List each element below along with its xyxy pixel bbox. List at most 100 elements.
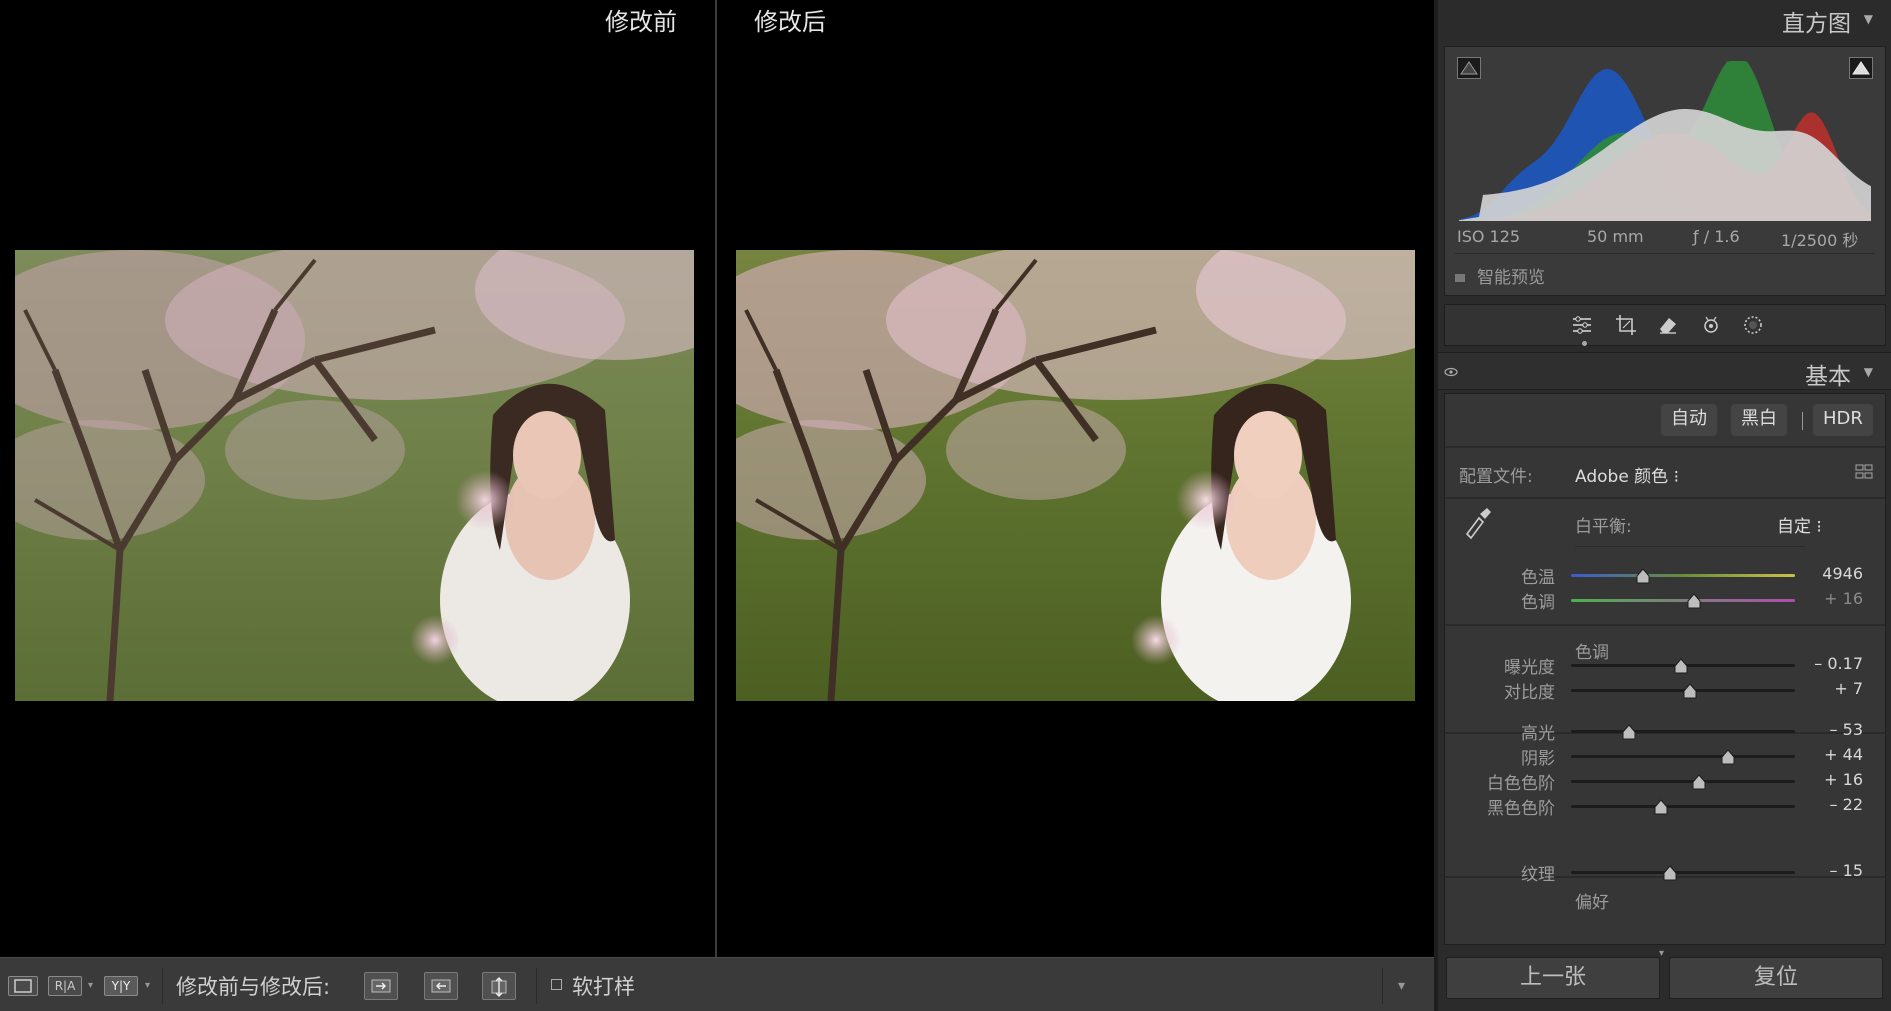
blacks-slider-thumb[interactable]	[1654, 799, 1668, 815]
bottom-toolbar: R|A ▾ Y|Y ▾ 修改前与修改后: 软打样 ▾	[0, 957, 1434, 1011]
exif-shutter: 1/2500 秒	[1781, 231, 1859, 250]
histogram-title: 直方图	[1782, 11, 1851, 37]
whites-value[interactable]: + 16	[1793, 770, 1863, 789]
temp-label: 色温	[1521, 568, 1555, 588]
heal-eraser-icon	[1660, 318, 1676, 334]
exif-focal-length: 50 mm	[1587, 227, 1644, 246]
whites-slider-thumb[interactable]	[1692, 774, 1706, 790]
exposure-slider-thumb[interactable]	[1674, 658, 1688, 674]
after-photo[interactable]	[736, 250, 1415, 701]
highlights-label: 高光	[1521, 724, 1555, 744]
edit-tool-button[interactable]	[1570, 313, 1594, 337]
before-after-split-button[interactable]: Y|Y	[104, 976, 138, 996]
texture-slider-thumb[interactable]	[1663, 865, 1677, 881]
exif-info-row: ISO 125 50 mm ƒ / 1.6 1/2500 秒	[1445, 225, 1887, 250]
contrast-value[interactable]: + 7	[1793, 679, 1863, 698]
histogram-header[interactable]: 直方图 ▼	[1438, 0, 1891, 38]
texture-slider-track[interactable]	[1571, 871, 1795, 874]
shadow-clipping-button[interactable]	[1457, 57, 1481, 79]
exposure-value[interactable]: – 0.17	[1793, 654, 1863, 673]
profile-browser-grid-icon[interactable]	[1855, 464, 1873, 480]
histogram-graph[interactable]	[1459, 55, 1871, 221]
crop-tool-button[interactable]	[1614, 313, 1638, 337]
healing-tool-button[interactable]	[1656, 313, 1680, 337]
highlight-clipping-button[interactable]	[1849, 57, 1873, 79]
section-separator	[1445, 446, 1885, 448]
copy-before-to-after-button[interactable]	[364, 972, 398, 1000]
shadow-clip-triangle-icon	[1460, 61, 1478, 75]
hdr-button[interactable]: HDR	[1813, 404, 1873, 436]
texture-label: 纹理	[1521, 865, 1555, 885]
highlights-slider-track[interactable]	[1571, 730, 1795, 733]
white-balance-dropdown[interactable]: 自定 ⁝	[1777, 512, 1822, 537]
before-after-lr-button[interactable]: R|A	[48, 976, 82, 996]
toolbar-options-caret[interactable]: ▾	[1398, 978, 1405, 994]
shadows-slider-thumb[interactable]	[1721, 749, 1735, 765]
exposure-label: 曝光度	[1504, 658, 1555, 678]
presence-section-label: 偏好	[1575, 893, 1609, 913]
temp-slider-thumb[interactable]	[1636, 568, 1650, 584]
basic-panel-header[interactable]: 基本 ▼	[1438, 352, 1891, 390]
develop-tool-strip	[1444, 304, 1886, 346]
toolbar-separator	[536, 968, 537, 1004]
contrast-slider-thumb[interactable]	[1683, 683, 1697, 699]
copy-after-to-before-button[interactable]	[424, 972, 458, 1000]
before-after-compare-area: 修改前 修改后	[0, 0, 1434, 957]
after-photo-image	[736, 250, 1415, 701]
white-balance-label: 白平衡:	[1575, 517, 1632, 537]
smart-preview-toggle[interactable]: 智能预览	[1455, 263, 1545, 288]
crop-icon	[1616, 315, 1636, 335]
black-white-button[interactable]: 黑白	[1731, 404, 1787, 436]
collapse-triangle-icon[interactable]: ▼	[1864, 12, 1873, 26]
yy-dropdown-caret[interactable]: ▾	[145, 980, 150, 991]
before-photo[interactable]	[15, 250, 694, 701]
tint-label: 色调	[1521, 593, 1555, 613]
collapse-triangle-icon[interactable]: ▼	[1864, 365, 1873, 379]
tint-slider-track[interactable]	[1571, 599, 1795, 602]
ra-dropdown-caret[interactable]: ▾	[88, 980, 93, 991]
blacks-value[interactable]: – 22	[1793, 795, 1863, 814]
mask-icon	[1744, 316, 1762, 334]
tone-section-label: 色调	[1575, 643, 1609, 663]
loupe-view-button[interactable]	[8, 976, 38, 996]
shadows-value[interactable]: + 44	[1793, 745, 1863, 764]
tint-value[interactable]: + 16	[1793, 589, 1863, 608]
edit-sliders-icon	[1573, 316, 1591, 334]
whites-label: 白色色阶	[1487, 774, 1555, 794]
highlights-slider-thumb[interactable]	[1622, 724, 1636, 740]
panel-visibility-eye-icon[interactable]	[1444, 367, 1458, 377]
profile-dropdown[interactable]: Adobe 颜色 ⁝	[1575, 462, 1679, 487]
after-label: 修改后	[754, 8, 826, 36]
section-separator	[1445, 624, 1885, 626]
histogram-panel: ISO 125 50 mm ƒ / 1.6 1/2500 秒 智能预览	[1444, 46, 1886, 296]
soft-proof-checkbox[interactable]	[551, 979, 562, 990]
swap-before-after-button[interactable]	[482, 972, 516, 1000]
auto-button[interactable]: 自动	[1661, 404, 1717, 436]
highlights-value[interactable]: – 53	[1793, 720, 1863, 739]
toolbar-separator	[162, 968, 163, 1004]
compare-label: 修改前与修改后:	[176, 975, 331, 999]
reset-button[interactable]: 复位	[1669, 957, 1883, 999]
temp-slider-track[interactable]	[1571, 574, 1795, 577]
temp-value[interactable]: 4946	[1793, 564, 1863, 583]
right-panel: 直方图 ▼ ISO 125 50 mm ƒ / 1.6 1/2500 秒 智能预…	[1434, 0, 1891, 1011]
masking-tool-button[interactable]	[1741, 313, 1765, 337]
exif-iso: ISO 125	[1457, 227, 1521, 246]
swap-icon	[491, 977, 507, 997]
blacks-label: 黑色色阶	[1487, 799, 1555, 819]
blacks-slider-track[interactable]	[1571, 805, 1795, 808]
whites-slider-track[interactable]	[1571, 780, 1795, 783]
previous-button[interactable]: 上一张	[1446, 957, 1660, 999]
shadows-slider-track[interactable]	[1571, 755, 1795, 758]
texture-value[interactable]: – 15	[1793, 861, 1863, 880]
compare-divider[interactable]	[715, 0, 717, 957]
copy-left-icon	[431, 979, 451, 993]
shadows-label: 阴影	[1521, 749, 1555, 769]
single-view-icon	[14, 979, 32, 993]
tint-slider-thumb[interactable]	[1687, 593, 1701, 609]
toolbar-separator	[1382, 968, 1383, 1004]
basic-panel-body: 自动 黑白 HDR 配置文件: Adobe 颜色 ⁝ 白平衡: 自定 ⁝ 色调 …	[1444, 393, 1886, 945]
red-eye-tool-button[interactable]	[1699, 313, 1723, 337]
soft-proof-label: 软打样	[572, 975, 635, 999]
white-balance-eyedropper-icon[interactable]	[1461, 506, 1491, 540]
